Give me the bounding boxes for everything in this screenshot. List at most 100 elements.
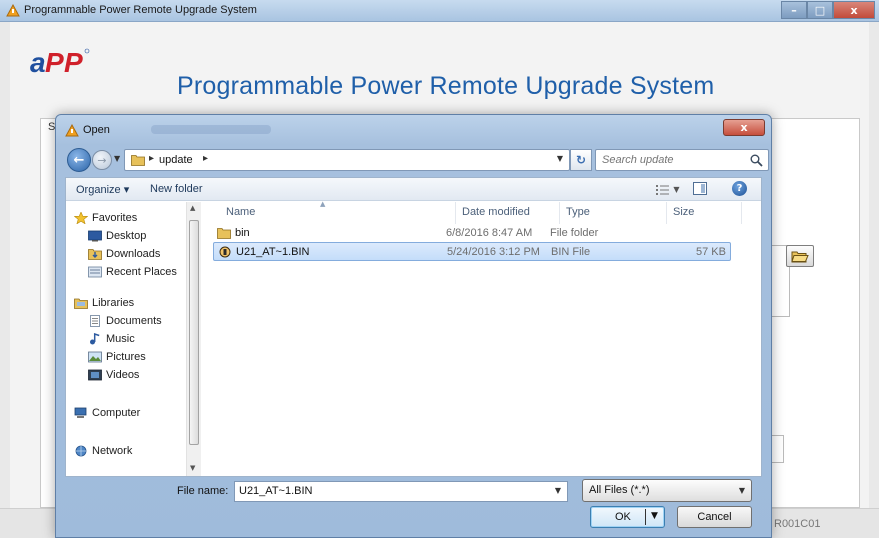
nav-recent-places[interactable]: Recent Places xyxy=(88,266,177,278)
nav-documents-label: Documents xyxy=(106,315,162,327)
folder-icon xyxy=(217,228,231,239)
forward-button[interactable]: → xyxy=(92,150,112,170)
column-header-name[interactable]: Name xyxy=(226,206,255,218)
maximize-button[interactable]: □ xyxy=(807,1,833,19)
file-type: BIN File xyxy=(551,246,591,258)
cancel-button[interactable]: Cancel xyxy=(677,506,752,528)
address-bar[interactable]: ▸ update ▸ ▼ xyxy=(124,149,570,171)
nav-libraries[interactable]: Libraries xyxy=(74,297,134,309)
nav-computer-label: Computer xyxy=(92,407,141,419)
main-window-title: Programmable Power Remote Upgrade System xyxy=(24,4,257,16)
search-input[interactable] xyxy=(602,154,742,166)
nav-downloads[interactable]: Downloads xyxy=(88,248,160,260)
help-icon[interactable]: ? xyxy=(732,181,747,196)
nav-pictures[interactable]: Pictures xyxy=(88,351,146,363)
app-heading: Programmable Power Remote Upgrade System xyxy=(177,72,715,100)
chevron-down-icon[interactable]: ▼ xyxy=(555,486,561,495)
recent-locations-dropdown[interactable]: ▼ xyxy=(114,154,120,163)
column-divider[interactable] xyxy=(559,202,560,224)
dialog-content-area: Organize ▾ New folder ▼ ? Favorites Desk… xyxy=(65,177,762,477)
file-name-label: File name: xyxy=(177,485,229,497)
music-icon xyxy=(90,333,100,345)
back-button[interactable]: ← xyxy=(67,148,91,172)
file-name-input[interactable] xyxy=(239,485,539,497)
file-name: U21_AT~1.BIN xyxy=(236,246,310,258)
preview-pane-button[interactable] xyxy=(693,182,707,195)
breadcrumb-separator-icon[interactable]: ▸ xyxy=(203,153,208,164)
nav-videos[interactable]: Videos xyxy=(88,369,139,381)
app-logo: a P P xyxy=(30,47,90,78)
file-type-select[interactable]: All Files (*.*) ▼ xyxy=(582,479,752,502)
svg-text:P: P xyxy=(64,47,83,78)
network-icon xyxy=(75,445,87,457)
chevron-down-icon: ▼ xyxy=(673,184,680,194)
nav-documents[interactable]: Documents xyxy=(88,315,162,327)
column-divider[interactable] xyxy=(666,202,667,224)
file-type: File folder xyxy=(550,227,599,239)
split-divider xyxy=(645,509,646,525)
scroll-down-icon[interactable]: ▼ xyxy=(190,464,195,472)
chevron-down-icon[interactable]: ▼ xyxy=(651,511,658,521)
scroll-up-icon[interactable]: ▲ xyxy=(190,204,195,212)
nav-downloads-label: Downloads xyxy=(106,248,161,260)
file-date: 6/8/2016 8:47 AM xyxy=(446,227,533,239)
main-window-titlebar[interactable]: Programmable Power Remote Upgrade System… xyxy=(0,0,879,22)
column-header-date-modified[interactable]: Date modified xyxy=(462,206,530,218)
desktop-icon xyxy=(88,230,102,242)
ok-button-label[interactable]: OK xyxy=(615,511,631,523)
breadcrumb-update[interactable]: update xyxy=(159,154,193,166)
nav-desktop-label: Desktop xyxy=(106,230,147,242)
refresh-icon: ↻ xyxy=(575,153,587,167)
nav-favorites[interactable]: Favorites xyxy=(74,212,137,224)
column-header-size[interactable]: Size xyxy=(673,206,694,218)
secondary-field[interactable] xyxy=(770,435,784,463)
organize-menu[interactable]: Organize ▾ xyxy=(76,183,129,196)
address-dropdown-icon[interactable]: ▼ xyxy=(557,154,563,163)
star-icon xyxy=(74,212,88,224)
refresh-button[interactable]: ↻ xyxy=(570,149,592,171)
navigation-pane-scrollbar[interactable]: ▲ ▼ xyxy=(186,202,201,476)
file-name-combobox[interactable]: ▼ xyxy=(234,481,568,502)
file-list: ▲ Name Date modified Type Size bin 6/8/2… xyxy=(203,200,761,476)
new-folder-button[interactable]: New folder xyxy=(150,183,203,195)
bin-file-icon xyxy=(219,246,231,258)
dialog-close-button[interactable]: x xyxy=(723,119,765,136)
search-icon xyxy=(750,154,763,167)
nav-network-label: Network xyxy=(92,445,133,457)
file-row-u21-bin[interactable]: U21_AT~1.BIN 5/24/2016 3:12 PM BIN File … xyxy=(213,242,731,261)
ok-split-button[interactable]: OK ▼ xyxy=(590,506,665,528)
change-view-button[interactable]: ▼ xyxy=(653,181,683,197)
browse-folder-button[interactable] xyxy=(786,245,814,267)
nav-network[interactable]: Network xyxy=(74,445,132,457)
dialog-toolbar: Organize ▾ New folder ▼ ? xyxy=(66,178,761,201)
nav-desktop[interactable]: Desktop xyxy=(88,230,146,242)
open-file-dialog: Open x ← → ▼ ▸ update ▸ ▼ ↻ Organize ▾ N… xyxy=(55,114,772,538)
breadcrumb-separator-icon[interactable]: ▸ xyxy=(149,153,154,164)
view-list-icon xyxy=(656,184,670,195)
nav-computer[interactable]: Computer xyxy=(74,407,140,419)
search-box[interactable] xyxy=(595,149,769,171)
main-close-button[interactable]: x xyxy=(833,1,875,19)
file-size: 57 KB xyxy=(696,246,726,258)
dialog-title: Open xyxy=(83,124,110,136)
file-name: bin xyxy=(235,227,250,239)
file-row-bin[interactable]: bin 6/8/2016 8:47 AM File folder xyxy=(213,224,731,243)
documents-icon xyxy=(90,315,100,327)
chevron-down-icon: ▼ xyxy=(738,486,745,495)
downloads-folder-icon xyxy=(88,249,102,260)
app-icon xyxy=(6,4,20,17)
column-divider[interactable] xyxy=(455,202,456,224)
nav-libraries-label: Libraries xyxy=(92,297,135,309)
column-header-type[interactable]: Type xyxy=(566,206,590,218)
arrow-right-icon: → xyxy=(97,153,107,167)
scrollbar-thumb[interactable] xyxy=(189,220,199,445)
pictures-icon xyxy=(88,351,102,363)
libraries-icon xyxy=(74,298,88,309)
nav-music[interactable]: Music xyxy=(88,333,135,345)
column-divider[interactable] xyxy=(741,202,742,224)
computer-icon xyxy=(74,407,87,418)
open-folder-icon xyxy=(791,251,809,262)
minimize-button[interactable]: – xyxy=(781,1,807,19)
folder-icon xyxy=(131,155,145,166)
svg-text:a: a xyxy=(30,47,45,78)
